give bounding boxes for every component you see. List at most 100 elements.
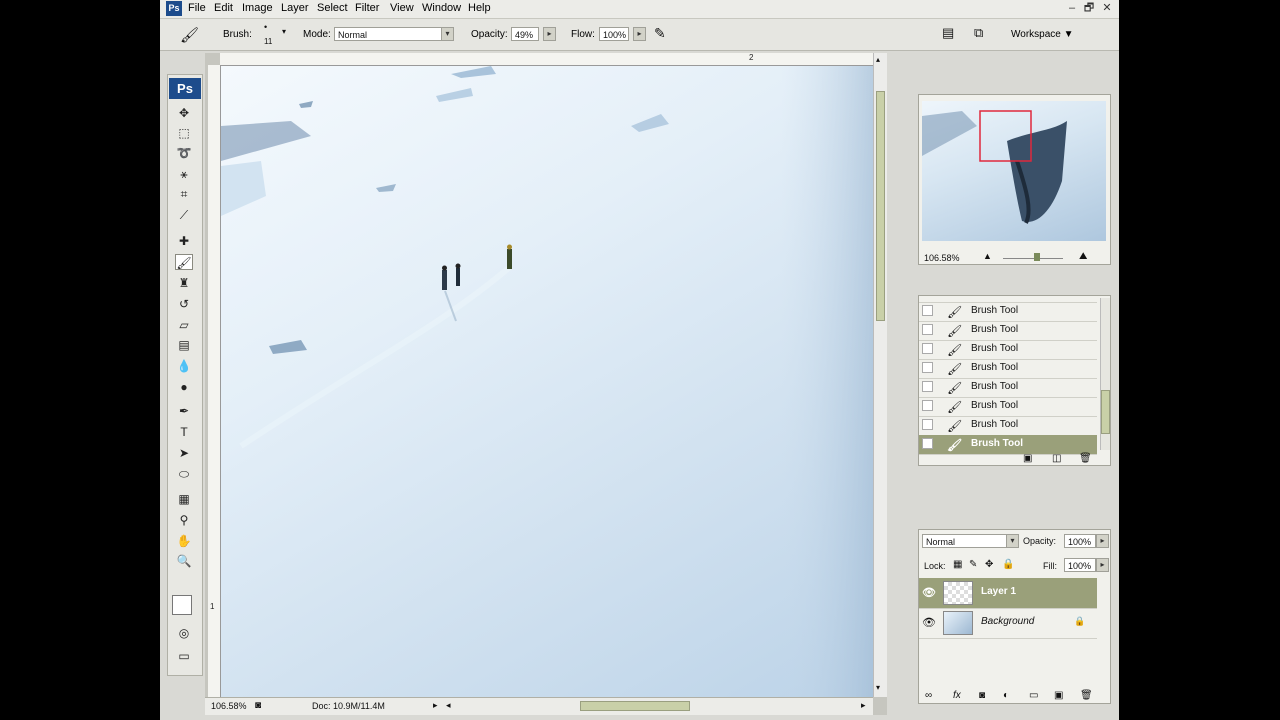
- magic-wand-icon[interactable]: ⚹: [175, 166, 193, 182]
- shape-icon[interactable]: ⬭: [175, 466, 193, 482]
- history-checkbox[interactable]: [922, 400, 933, 411]
- scroll-up-icon[interactable]: ▴: [876, 55, 880, 64]
- history-checkbox[interactable]: [922, 438, 933, 449]
- notes-icon[interactable]: ▦: [175, 491, 193, 507]
- lock-position-icon[interactable]: ✥: [985, 559, 993, 570]
- close-icon[interactable]: ✕: [1100, 2, 1114, 15]
- history-scroll-thumb[interactable]: [1101, 390, 1110, 434]
- adjustment-layer-icon[interactable]: ◐: [1003, 690, 1009, 701]
- history-item[interactable]: 🖌 Brush Tool: [919, 397, 1097, 417]
- history-item[interactable]: 🖌 Brush Tool: [919, 321, 1097, 341]
- menu-edit[interactable]: Edit: [214, 2, 233, 14]
- zoom-out-icon[interactable]: ▲: [983, 251, 992, 261]
- zoom-in-icon[interactable]: ⛰: [1079, 251, 1087, 262]
- history-item[interactable]: 🖌 Brush Tool: [919, 416, 1097, 436]
- scroll-left-icon[interactable]: ◂: [446, 700, 451, 711]
- brush-icon[interactable]: 🖌: [175, 254, 193, 270]
- palette-well-icon[interactable]: ▤: [942, 25, 954, 41]
- restore-icon[interactable]: 🗗: [1082, 2, 1096, 15]
- history-brush-icon[interactable]: ↺: [175, 296, 193, 312]
- vertical-scroll-thumb[interactable]: [876, 91, 885, 321]
- history-item[interactable]: 🖌 Brush Tool: [919, 340, 1097, 360]
- workspace-button[interactable]: Workspace ▼: [1011, 29, 1074, 40]
- layer-style-icon[interactable]: fx: [953, 690, 961, 701]
- history-item[interactable]: 🖌 Brush Tool: [919, 378, 1097, 398]
- fill-slider-icon[interactable]: ▸: [1096, 558, 1109, 572]
- snapshot-icon[interactable]: ◫: [1052, 453, 1061, 464]
- screen-mode-icon[interactable]: ▭: [175, 648, 193, 664]
- delete-layer-icon[interactable]: 🗑: [1080, 690, 1093, 701]
- history-item[interactable]: 🖌 Brush Tool: [919, 359, 1097, 379]
- mode-dropdown-icon[interactable]: ▾: [441, 27, 454, 41]
- lock-transparency-icon[interactable]: ▦: [953, 559, 962, 570]
- zoom-level[interactable]: 106.58%: [211, 701, 247, 711]
- move-icon[interactable]: ✥: [175, 105, 193, 121]
- scroll-down-icon[interactable]: ▾: [876, 683, 880, 692]
- new-document-from-state-icon[interactable]: ▣: [1023, 453, 1032, 464]
- eye-icon[interactable]: 👁: [922, 616, 936, 629]
- lock-all-icon[interactable]: 🔒: [1002, 559, 1014, 570]
- status-menu-icon[interactable]: ▸: [433, 700, 438, 711]
- history-checkbox[interactable]: [922, 419, 933, 430]
- scroll-right-icon[interactable]: ▸: [861, 700, 866, 711]
- eyedropper-icon[interactable]: ⚲: [175, 512, 193, 528]
- layer-opacity-field[interactable]: 100%: [1064, 534, 1096, 548]
- lock-pixels-icon[interactable]: ✎: [969, 559, 977, 570]
- file-browser-icon[interactable]: ⧉: [974, 25, 983, 41]
- brush-tip-icon[interactable]: •: [264, 22, 267, 32]
- marquee-icon[interactable]: ⬚: [175, 125, 193, 141]
- clone-stamp-icon[interactable]: ♜: [175, 275, 193, 291]
- slice-icon[interactable]: ⟋: [175, 207, 193, 223]
- gradient-icon[interactable]: ▤: [175, 337, 193, 353]
- eye-icon[interactable]: 👁: [922, 586, 936, 599]
- history-item[interactable]: 🖌 Brush Tool: [919, 302, 1097, 322]
- mode-select[interactable]: Normal: [334, 27, 442, 41]
- opacity-slider-icon[interactable]: ▸: [543, 27, 556, 41]
- new-group-icon[interactable]: ▭: [1029, 690, 1038, 701]
- menu-filter[interactable]: Filter: [355, 2, 379, 14]
- trash-icon[interactable]: 🗑: [1079, 453, 1092, 464]
- menu-window[interactable]: Window: [422, 2, 461, 14]
- link-layers-icon[interactable]: ∞: [925, 690, 932, 701]
- airbrush-icon[interactable]: ✎: [654, 25, 666, 42]
- zoom-slider[interactable]: [1003, 258, 1063, 259]
- image-canvas[interactable]: [221, 66, 873, 697]
- lasso-icon[interactable]: ➰: [175, 145, 193, 161]
- hand-icon[interactable]: ✋: [175, 533, 193, 549]
- path-selection-icon[interactable]: ➤: [175, 445, 193, 461]
- dodge-icon[interactable]: ●: [175, 379, 193, 395]
- history-checkbox[interactable]: [922, 381, 933, 392]
- menu-view[interactable]: View: [390, 2, 414, 14]
- fill-field[interactable]: 100%: [1064, 558, 1096, 572]
- layer-mask-icon[interactable]: ◙: [979, 690, 985, 701]
- opacity-field[interactable]: 49%: [511, 27, 539, 41]
- history-checkbox[interactable]: [922, 343, 933, 354]
- minimize-icon[interactable]: –: [1065, 2, 1079, 15]
- flow-slider-icon[interactable]: ▸: [633, 27, 646, 41]
- menu-image[interactable]: Image: [242, 2, 273, 14]
- layer-row[interactable]: 👁 Layer 1: [919, 578, 1097, 609]
- pen-icon[interactable]: ✒: [175, 403, 193, 419]
- eraser-icon[interactable]: ▱: [175, 317, 193, 333]
- vertical-scrollbar[interactable]: ▴ ▾: [873, 53, 887, 697]
- new-layer-icon[interactable]: ▣: [1054, 690, 1063, 701]
- layer-row[interactable]: 👁 Background 🔒: [919, 608, 1097, 639]
- menu-help[interactable]: Help: [468, 2, 491, 14]
- history-item-active[interactable]: 🖌 Brush Tool: [919, 435, 1097, 455]
- history-checkbox[interactable]: [922, 305, 933, 316]
- history-checkbox[interactable]: [922, 324, 933, 335]
- brush-preset-icon[interactable]: 🖌: [180, 26, 199, 44]
- history-scrollbar[interactable]: [1100, 298, 1110, 450]
- brush-dropdown-icon[interactable]: ▾: [282, 27, 286, 36]
- foreground-color-swatch[interactable]: [172, 595, 192, 615]
- crop-icon[interactable]: ⌗: [175, 186, 193, 202]
- horizontal-scroll-thumb[interactable]: [580, 701, 690, 711]
- blend-mode-select[interactable]: Normal: [922, 534, 1008, 548]
- layer-opacity-slider-icon[interactable]: ▸: [1096, 534, 1109, 548]
- zoom-slider-thumb[interactable]: [1034, 253, 1040, 261]
- type-icon[interactable]: T: [175, 424, 193, 440]
- zoom-icon[interactable]: 🔍: [175, 553, 193, 569]
- blend-mode-dropdown-icon[interactable]: ▾: [1006, 534, 1019, 548]
- status-icon[interactable]: ◙: [255, 700, 261, 711]
- menu-select[interactable]: Select: [317, 2, 348, 14]
